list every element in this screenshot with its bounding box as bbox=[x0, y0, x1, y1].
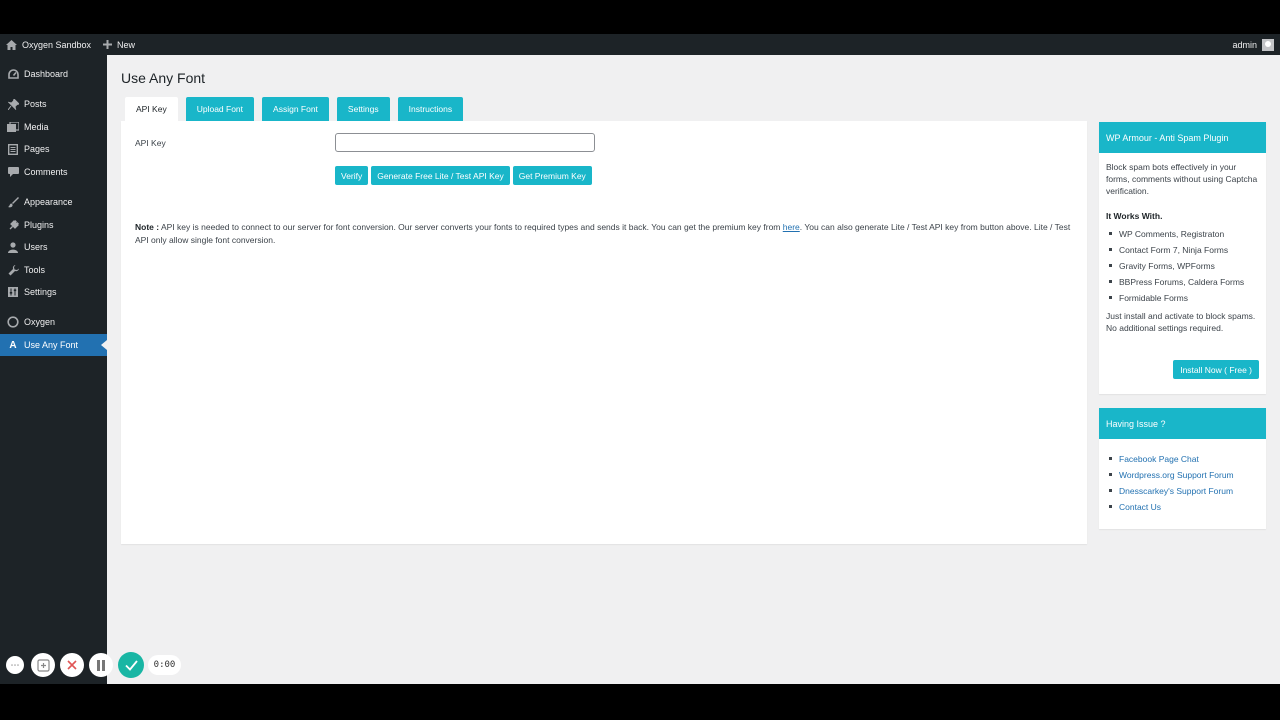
plug-icon bbox=[6, 218, 20, 232]
sidebar-item-tools[interactable]: Tools bbox=[0, 259, 107, 281]
recorder-cancel-button[interactable] bbox=[60, 653, 84, 677]
tab-assign-font[interactable]: Assign Font bbox=[262, 97, 329, 121]
api-key-note: Note : API key is needed to connect to o… bbox=[135, 221, 1075, 246]
note-text-before: API key is needed to connect to our serv… bbox=[159, 222, 783, 232]
wordpress-forum-link[interactable]: Wordpress.org Support Forum bbox=[1106, 469, 1259, 481]
sidebar-item-users[interactable]: Users bbox=[0, 236, 107, 258]
sidebar-item-appearance[interactable]: Appearance bbox=[0, 191, 107, 213]
user-icon bbox=[6, 240, 20, 254]
list-item: Contact Form 7, Ninja Forms bbox=[1106, 244, 1259, 256]
camera-toggle-icon bbox=[36, 658, 50, 672]
facebook-chat-link[interactable]: Facebook Page Chat bbox=[1106, 453, 1259, 465]
api-key-actions: Verify Generate Free Lite / Test API Key… bbox=[335, 166, 595, 185]
recorder-finish-button[interactable] bbox=[118, 652, 144, 678]
recorder-timer: 0:00 bbox=[148, 655, 181, 675]
tab-api-key[interactable]: API Key bbox=[125, 97, 178, 121]
sidebar-item-label: Appearance bbox=[24, 197, 73, 207]
avatar bbox=[1262, 38, 1274, 51]
new-content-link[interactable]: New bbox=[97, 34, 141, 55]
dnesscarkey-forum-link[interactable]: Dnesscarkey's Support Forum bbox=[1106, 485, 1259, 497]
new-label: New bbox=[117, 39, 136, 50]
api-key-panel: API Key Verify Generate Free Lite / Test… bbox=[121, 121, 1087, 544]
contact-us-link[interactable]: Contact Us bbox=[1106, 501, 1259, 513]
wp-armour-intro: Block spam bots effectively in your form… bbox=[1106, 162, 1258, 196]
sidebar-item-posts[interactable]: Posts bbox=[0, 93, 107, 115]
wp-admin-screen: Oxygen Sandbox New admin Dashboard Posts bbox=[0, 34, 1280, 684]
list-item: BBPress Forums, Caldera Forms bbox=[1106, 276, 1259, 288]
note-label: Note : bbox=[135, 222, 160, 232]
home-icon bbox=[6, 39, 17, 50]
account-menu[interactable]: admin bbox=[1232, 38, 1280, 51]
list-item: Formidable Forms bbox=[1106, 292, 1259, 304]
admin-bar: Oxygen Sandbox New admin bbox=[0, 34, 1280, 55]
works-with-heading: It Works With. bbox=[1106, 211, 1163, 221]
tab-bar: API Key Upload Font Assign Font Settings… bbox=[125, 97, 471, 121]
sidebar-item-label: Users bbox=[24, 242, 48, 252]
sidebar-item-comments[interactable]: Comments bbox=[0, 161, 107, 183]
check-icon bbox=[124, 659, 138, 671]
plus-icon bbox=[103, 40, 113, 49]
support-links: Facebook Page Chat Wordpress.org Support… bbox=[1106, 453, 1259, 513]
wrench-icon bbox=[6, 263, 20, 277]
generate-key-button[interactable]: Generate Free Lite / Test API Key bbox=[371, 166, 510, 185]
page-icon bbox=[6, 142, 20, 156]
comment-icon bbox=[6, 165, 20, 179]
sidebar-item-label: Tools bbox=[24, 265, 46, 275]
pin-icon bbox=[6, 97, 20, 111]
sidebar-item-use-any-font[interactable]: A Use Any Font bbox=[0, 334, 107, 356]
sidebar-item-label: Media bbox=[24, 122, 49, 132]
sidebar-item-label: Pages bbox=[24, 144, 50, 154]
close-icon bbox=[67, 660, 77, 670]
install-now-button[interactable]: Install Now ( Free ) bbox=[1173, 360, 1259, 379]
sliders-icon bbox=[6, 285, 20, 299]
premium-key-button[interactable]: Get Premium Key bbox=[512, 166, 592, 185]
oxygen-icon bbox=[6, 315, 20, 329]
sidebar-item-label: Posts bbox=[24, 99, 47, 109]
api-key-input[interactable] bbox=[335, 133, 595, 152]
sidebar-item-label: Oxygen bbox=[24, 317, 56, 327]
admin-sidebar: Dashboard Posts Media Pages Comments App… bbox=[0, 55, 107, 684]
sidebar-item-label: Dashboard bbox=[24, 69, 69, 79]
works-with-list: WP Comments, Registraton Contact Form 7,… bbox=[1106, 228, 1259, 304]
wp-armour-outro: Just install and activate to block spams… bbox=[1106, 311, 1256, 333]
sidebar-item-dashboard[interactable]: Dashboard bbox=[0, 63, 107, 85]
api-key-label: API Key bbox=[135, 138, 166, 148]
brush-icon bbox=[6, 195, 20, 209]
sidebar-item-settings[interactable]: Settings bbox=[0, 281, 107, 303]
tab-settings[interactable]: Settings bbox=[336, 97, 390, 121]
page-title: Use Any Font bbox=[121, 70, 206, 86]
recorder-more-button[interactable]: ⋯ bbox=[6, 656, 24, 674]
more-dots-icon: ⋯ bbox=[10, 659, 20, 670]
font-a-icon: A bbox=[9, 339, 17, 351]
tab-upload-font[interactable]: Upload Font bbox=[185, 97, 255, 121]
recorder-pause-button[interactable] bbox=[89, 653, 113, 677]
list-item: WP Comments, Registraton bbox=[1106, 228, 1259, 240]
pause-icon bbox=[97, 659, 105, 671]
sidebar-item-label: Plugins bbox=[24, 220, 54, 230]
recorder-camera-button[interactable] bbox=[31, 653, 55, 677]
wp-armour-title: WP Armour - Anti Spam Plugin bbox=[1099, 122, 1266, 153]
user-name: admin bbox=[1232, 39, 1257, 50]
list-item: Gravity Forms, WPForms bbox=[1106, 260, 1259, 272]
sidebar-item-label: Comments bbox=[24, 167, 68, 177]
sidebar-item-plugins[interactable]: Plugins bbox=[0, 214, 107, 236]
wp-armour-box: WP Armour - Anti Spam Plugin Block spam … bbox=[1099, 122, 1266, 394]
sidebar-item-pages[interactable]: Pages bbox=[0, 138, 107, 160]
media-icon bbox=[6, 120, 20, 134]
sidebar-item-label: Use Any Font bbox=[24, 340, 79, 350]
verify-button[interactable]: Verify bbox=[335, 166, 369, 185]
site-name-link[interactable]: Oxygen Sandbox bbox=[0, 34, 97, 55]
sidebar-item-media[interactable]: Media bbox=[0, 116, 107, 138]
premium-here-link[interactable]: here bbox=[783, 222, 800, 232]
having-issue-box: Having Issue ? Facebook Page Chat Wordpr… bbox=[1099, 408, 1266, 529]
tab-instructions[interactable]: Instructions bbox=[397, 97, 464, 121]
sidebar-item-oxygen[interactable]: Oxygen bbox=[0, 311, 107, 333]
site-name-label: Oxygen Sandbox bbox=[22, 39, 92, 50]
dashboard-icon bbox=[6, 67, 20, 81]
sidebar-item-label: Settings bbox=[24, 287, 57, 297]
having-issue-title: Having Issue ? bbox=[1099, 408, 1266, 439]
